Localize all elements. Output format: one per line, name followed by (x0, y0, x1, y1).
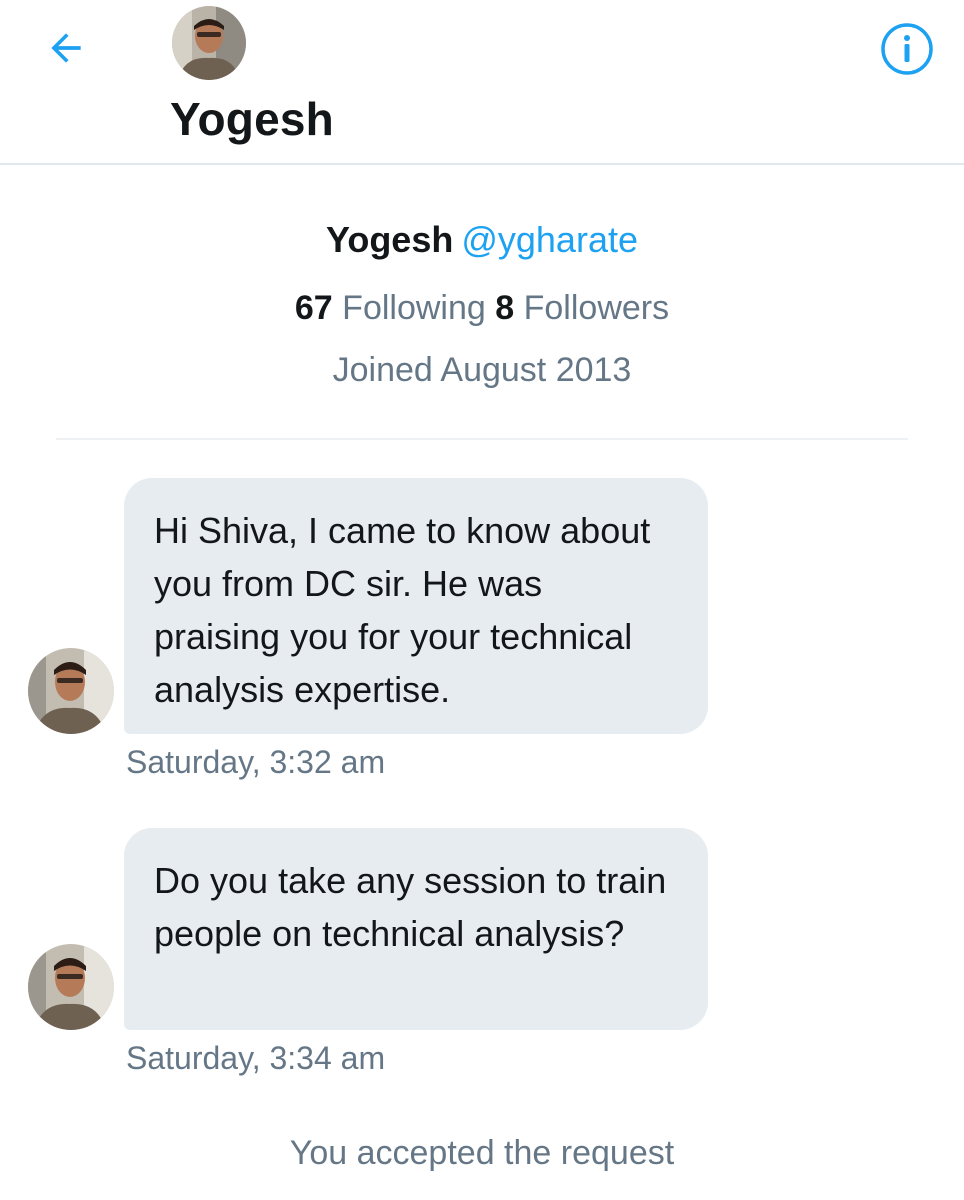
avatar[interactable] (28, 944, 114, 1030)
back-button[interactable] (40, 22, 92, 74)
following-label: Following (342, 289, 486, 327)
followers-link[interactable]: 8 Followers (495, 289, 669, 327)
info-icon (881, 23, 933, 75)
info-button[interactable] (880, 22, 934, 76)
arrow-left-icon (51, 33, 81, 63)
conversation-header: Yogesh (0, 0, 964, 165)
profile-name[interactable]: Yogesh (326, 219, 453, 260)
divider (56, 438, 908, 440)
message-timestamp: Saturday, 3:32 am (126, 744, 386, 780)
message-timestamp: Saturday, 3:34 am (126, 1040, 386, 1076)
followers-label: Followers (523, 289, 670, 327)
avatar[interactable] (28, 648, 114, 734)
message-text: Do you take any session to train people … (154, 860, 667, 954)
following-count: 67 (294, 289, 333, 327)
following-link[interactable]: 67 Following (295, 289, 486, 327)
profile-summary: Yogesh @ygharate 67 Following 8 Followers… (0, 210, 964, 394)
conversation-title: Yogesh (170, 93, 334, 145)
request-accepted-note: You accepted the request (289, 1134, 675, 1172)
followers-count: 8 (495, 289, 515, 327)
profile-handle[interactable]: @ygharate (461, 219, 638, 260)
profile-stats: 67 Following 8 Followers (0, 282, 964, 334)
joined-date: Joined August 2013 (332, 351, 632, 389)
message-bubble[interactable]: Do you take any session to train people … (124, 828, 708, 1030)
avatar[interactable] (172, 6, 246, 80)
profile-name-line: Yogesh @ygharate (0, 210, 964, 270)
message-bubble[interactable]: Hi Shiva, I came to know about you from … (124, 478, 708, 734)
message-text: Hi Shiva, I came to know about you from … (154, 510, 651, 710)
